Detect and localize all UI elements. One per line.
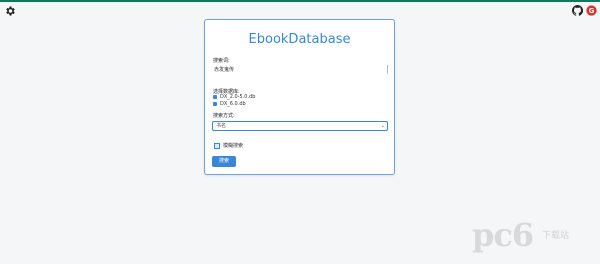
search-button[interactable]: 搜索 [212, 156, 236, 167]
search-card: EbookDatabase 搜索词: 选择数据库: DX_2.0-5.0.db … [204, 19, 395, 175]
method-label: 搜索方式: [213, 113, 235, 119]
method-select[interactable]: 书名 ⌄ [212, 121, 388, 131]
gear-icon[interactable] [4, 5, 16, 17]
svg-text:G: G [589, 7, 595, 15]
chevron-down-icon: ⌄ [380, 123, 385, 129]
top-accent-bar [0, 0, 600, 2]
fuzzy-checkbox[interactable] [214, 143, 220, 149]
watermark: pc6 下载站 [472, 216, 592, 254]
database-checkbox-2[interactable] [213, 102, 217, 106]
database-checkbox-1[interactable] [213, 95, 217, 99]
database-option-1: DX_2.0-5.0.db [220, 94, 256, 100]
method-selected: 书名 [216, 123, 227, 129]
watermark-sub: 下载站 [542, 231, 570, 241]
extension-icon[interactable]: G [586, 5, 597, 16]
app-title: EbookDatabase [248, 32, 351, 47]
fuzzy-label: 模糊搜索 [223, 143, 244, 149]
watermark-brand: pc6 [472, 216, 534, 254]
keyword-label: 搜索词: [213, 58, 230, 64]
keyword-input[interactable] [212, 65, 388, 74]
database-option-2: DX_6.0.db [220, 101, 246, 107]
github-icon[interactable] [572, 5, 583, 16]
